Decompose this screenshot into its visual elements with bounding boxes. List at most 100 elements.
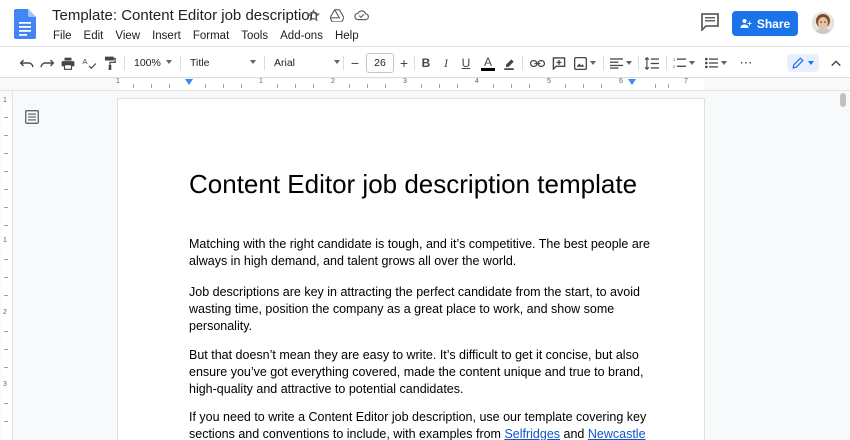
menu-insert[interactable]: Insert <box>146 28 187 44</box>
horizontal-ruler[interactable]: 1 1 2 3 4 5 6 7 <box>0 78 850 91</box>
ruler-tick <box>277 84 278 88</box>
ruler-tick <box>4 171 8 172</box>
chevron-down-icon <box>166 60 172 64</box>
paragraph[interactable]: If you need to write a Content Editor jo… <box>189 409 647 440</box>
bold-icon[interactable]: B <box>418 54 434 72</box>
vruler-page-area <box>1 99 12 440</box>
ruler-label: 1 <box>3 237 7 244</box>
ruler-tick <box>133 84 134 88</box>
paragraph[interactable]: But that doesn’t mean they are easy to w… <box>189 347 644 398</box>
toolbar-separator <box>603 56 604 70</box>
share-people-icon <box>740 19 752 28</box>
paragraph[interactable]: Job descriptions are key in attracting t… <box>189 284 640 335</box>
decrease-font-size-button[interactable]: − <box>347 54 363 72</box>
move-to-drive-icon[interactable] <box>329 7 345 23</box>
redo-icon[interactable] <box>38 54 56 72</box>
toolbar-separator <box>343 56 344 70</box>
paragraph-style-select[interactable]: Title <box>186 54 258 72</box>
undo-icon[interactable] <box>18 54 36 72</box>
scrollbar-thumb[interactable] <box>840 93 846 107</box>
paint-format-icon[interactable] <box>101 54 119 72</box>
ruler-tick <box>313 84 314 88</box>
vertical-ruler[interactable]: 1 1 2 3 <box>0 91 13 440</box>
text-run: sections and conventions to include, wit… <box>189 427 505 440</box>
italic-icon[interactable]: I <box>438 54 454 72</box>
text-line: ensure you’ve got everything covered, ma… <box>189 365 644 379</box>
line-spacing-icon[interactable] <box>643 54 661 72</box>
menu-file[interactable]: File <box>47 28 78 44</box>
ruler-tick <box>367 84 368 88</box>
right-indent-marker[interactable] <box>628 79 636 85</box>
print-icon[interactable] <box>59 54 77 72</box>
insert-link-icon[interactable] <box>528 54 546 72</box>
spelling-check-icon[interactable]: A <box>80 54 98 72</box>
link-selfridges[interactable]: Selfridges <box>504 427 560 440</box>
add-comment-icon[interactable] <box>550 54 568 72</box>
ruler-tick <box>385 84 386 88</box>
document-outline-icon[interactable] <box>25 110 39 124</box>
document-heading[interactable]: Content Editor job description template <box>189 169 637 200</box>
svg-text:A: A <box>82 57 88 66</box>
document-page[interactable]: Content Editor job description template … <box>118 99 704 440</box>
share-label: Share <box>756 16 791 31</box>
ruler-tick <box>4 277 8 278</box>
menu-tools[interactable]: Tools <box>235 28 274 44</box>
font-size-input[interactable]: 26 <box>366 53 394 73</box>
toolbar-separator <box>124 56 125 70</box>
ruler-tick <box>4 403 8 404</box>
underline-icon[interactable]: U <box>458 54 474 72</box>
ruler-tick <box>511 84 512 88</box>
more-options-icon[interactable]: ⋯ <box>737 54 755 72</box>
zoom-select[interactable]: 100% <box>130 54 174 72</box>
ruler-label: 3 <box>3 381 7 388</box>
document-title[interactable]: Template: Content Editor job description <box>52 7 318 24</box>
left-indent-marker[interactable] <box>185 79 193 85</box>
align-left-icon[interactable] <box>608 54 634 72</box>
pencil-icon <box>792 57 804 69</box>
chevron-down-icon <box>250 60 256 64</box>
numbered-list-icon[interactable]: 12 <box>671 54 697 72</box>
ruler-tick <box>493 84 494 88</box>
menu-add-ons[interactable]: Add-ons <box>274 28 329 44</box>
editing-mode-button[interactable] <box>787 54 819 72</box>
star-icon[interactable] <box>305 7 321 23</box>
paragraph[interactable]: Matching with the right candidate is tou… <box>189 236 650 270</box>
title-icons <box>305 7 369 23</box>
ruler-tick <box>529 84 530 88</box>
ruler-label: 1 <box>259 78 263 85</box>
text-color-icon[interactable]: A <box>479 54 497 72</box>
ruler-tick <box>4 207 8 208</box>
hide-menus-icon[interactable] <box>828 54 844 72</box>
toolbar: A 100% Title Arial − 26 + B I U A 1 2 ⋯ <box>0 46 850 78</box>
bulleted-list-icon[interactable] <box>703 54 729 72</box>
title-bar: Template: Content Editor job description… <box>0 0 850 46</box>
ruler-tick <box>4 421 8 422</box>
menu-edit[interactable]: Edit <box>78 28 110 44</box>
vertical-scrollbar[interactable] <box>836 91 850 440</box>
ruler-tick <box>4 225 8 226</box>
ruler-label: 1 <box>3 97 7 104</box>
menu-view[interactable]: View <box>109 28 146 44</box>
menu-format[interactable]: Format <box>187 28 235 44</box>
ruler-tick <box>241 84 242 88</box>
comment-history-icon[interactable] <box>700 13 720 31</box>
avatar[interactable] <box>812 12 834 34</box>
font-family-select[interactable]: Arial <box>270 54 342 72</box>
link-newcastle[interactable]: Newcastle <box>588 427 646 440</box>
docs-logo-icon[interactable] <box>14 9 36 39</box>
menu-help[interactable]: Help <box>329 28 365 44</box>
cloud-saved-icon[interactable] <box>353 7 369 23</box>
text-line: high-quality and attractive to potential… <box>189 382 464 396</box>
share-button[interactable]: Share <box>732 11 798 36</box>
text-line: If you need to write a Content Editor jo… <box>189 410 647 424</box>
ruler-tick <box>4 259 8 260</box>
text-line: wasting time, position the company as a … <box>189 302 615 316</box>
ruler-tick <box>4 117 8 118</box>
toolbar-separator <box>264 56 265 70</box>
increase-font-size-button[interactable]: + <box>396 54 412 72</box>
text-line: Job descriptions are key in attracting t… <box>189 285 640 299</box>
ruler-tick <box>349 84 350 88</box>
insert-image-icon[interactable] <box>572 54 598 72</box>
highlight-color-icon[interactable] <box>501 54 517 72</box>
menu-bar: File Edit View Insert Format Tools Add-o… <box>47 28 365 44</box>
